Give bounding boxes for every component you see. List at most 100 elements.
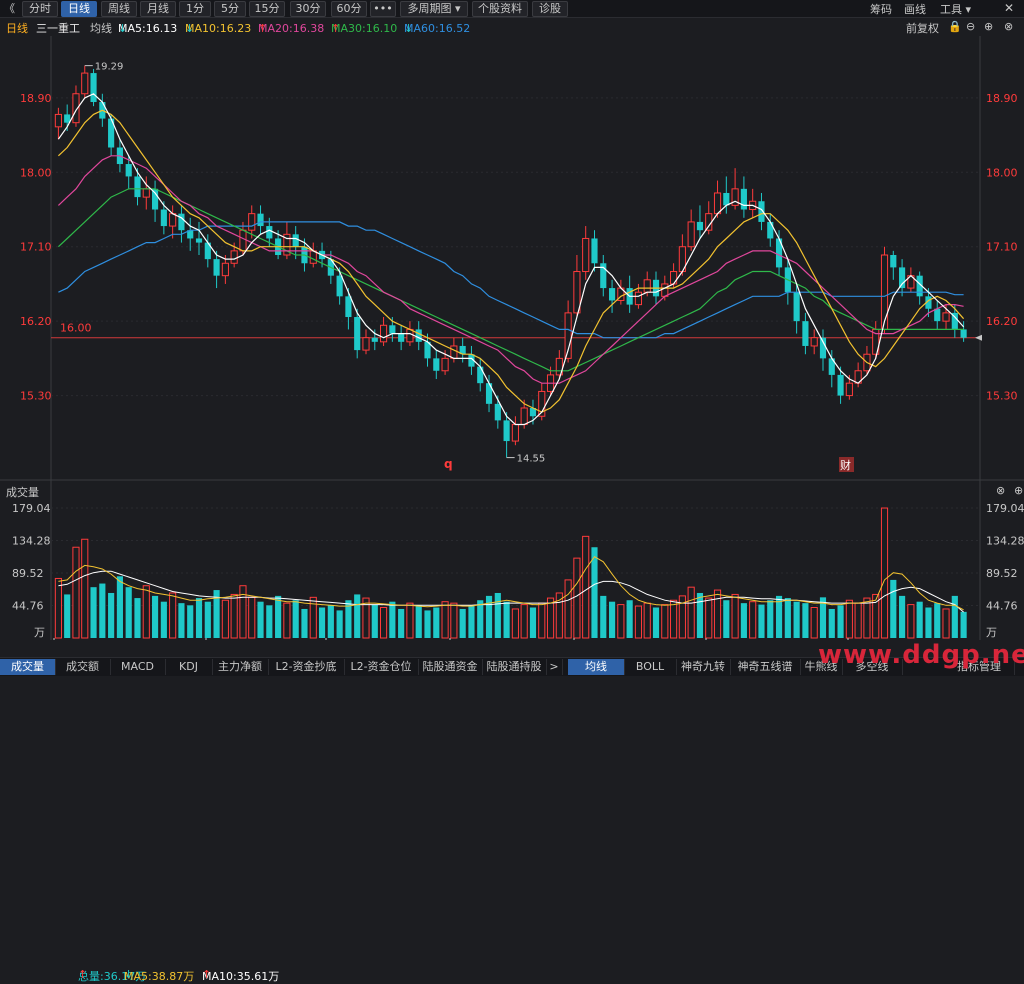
current-price-label: 16.00 [60,322,92,335]
candle-body [195,238,203,243]
volume-bar [713,589,722,639]
candle-body [178,213,185,231]
volume-bar [960,611,967,638]
candle-body [125,164,132,177]
candle-body [890,255,897,268]
volume-bar [99,583,106,638]
indicator-tab-2[interactable]: MACD [110,659,166,675]
candle-body [802,321,809,346]
indicator-tab-7[interactable]: 陆股通资金 [418,659,483,675]
volume-bar [784,598,791,638]
candle-body [64,114,71,123]
overlay-tab-2[interactable]: 神奇九转 [676,659,731,675]
indicator-tab-0[interactable]: 成交量 [0,659,56,675]
volume-bar [64,594,71,638]
overlay-tab-1[interactable]: BOLL [624,659,677,675]
candle-body [810,337,818,347]
volume-bar [116,576,123,638]
volume-bar [336,610,343,638]
volume-bar [775,595,783,638]
indicator-tab-8[interactable]: 陆股通持股 [482,659,547,675]
indicator-tab-4[interactable]: 主力净额 [212,659,269,675]
volume-bar [239,585,247,639]
volume-bar [951,595,958,638]
candle-body [934,308,941,322]
volume-bar [802,603,809,638]
candle-body [643,279,651,293]
volume-bar [837,605,844,638]
watermark: www.ddgp.net [818,640,1024,670]
volume-bar [608,601,616,638]
overlay-tab-3[interactable]: 神奇五线谱 [730,659,801,675]
vol_ma5-line [58,556,964,611]
candle-body [740,188,747,210]
volume-bar [582,535,590,639]
volume-bar [433,607,440,638]
volume-bar [626,600,633,638]
volume-tick-left: 134.28 [12,535,51,548]
candle-body [441,357,449,372]
volume-bar [406,602,414,639]
indicator-tab-5[interactable]: L2-资金抄底 [268,659,345,675]
ma20-line [57,155,964,384]
expand-icon[interactable]: ⊕ [1014,484,1023,497]
candle-body [142,188,150,198]
candle-body [134,176,141,198]
candle-body [151,188,159,210]
price-tick-left: 18.90 [20,92,52,105]
volume-bar [81,538,89,639]
volume-bar [705,597,713,639]
volume-title: 成交量 [6,486,39,499]
volume-bar [398,608,405,638]
indicator-tab-3[interactable]: KDJ [165,659,213,675]
indicator-tab-1[interactable]: 成交额 [55,659,111,675]
close-volume-icon[interactable]: ⊗ [996,484,1005,497]
volume-bar [652,607,660,638]
ma10-line [57,109,965,413]
volume-bar [151,595,159,638]
volume-bar [907,604,915,639]
candle-body [362,337,370,351]
candle-body [406,328,414,343]
volume-bar [564,579,572,639]
candle-body [213,259,220,276]
volume-tick-right: 89.52 [986,567,1018,580]
volume-bar [354,594,361,638]
indicator-tab-6[interactable]: L2-资金仓位 [344,659,419,675]
up-arrow-icon: ↑ [202,968,212,981]
volume-bar [899,595,906,638]
volume-bar [195,598,203,638]
candle-body [494,403,501,421]
candlestick-chart[interactable]: 18.90 18.90 18.00 18.00 17.10 17.10 16.20 16.20… [0,0,1024,640]
candle-body [169,213,177,227]
volume-bar [643,602,651,639]
candle-body [477,366,484,384]
volume-bar [485,595,493,638]
volume-bar [204,601,211,638]
event-marker-q: q [444,457,453,471]
volume-bar [283,602,291,639]
overlay-tab-0[interactable]: 均线 [568,659,625,675]
candle-body [837,374,844,396]
volume-bar [477,600,484,638]
volume-bar [740,603,747,638]
candle-body [450,345,458,359]
candle-body [54,113,62,128]
tabs-scroll-arrow[interactable]: > [546,659,563,675]
ma5-line [57,93,965,426]
volume-tick-right: 179.04 [986,502,1024,515]
volume-bar [142,585,150,639]
volume-bar [942,608,950,639]
down-arrow-icon: ↓ [124,968,134,981]
candle-body [661,283,669,297]
volume-bar [441,601,449,639]
volume-bar [90,587,97,638]
candle-body [696,221,704,231]
max-price-label: 19.29 [95,62,124,73]
candle-body [634,291,643,306]
candle-body [389,325,396,334]
volume-bar [459,608,466,638]
price-tick-left: 18.00 [20,166,52,179]
volume-bar [925,607,932,638]
volume-bar [934,603,941,638]
